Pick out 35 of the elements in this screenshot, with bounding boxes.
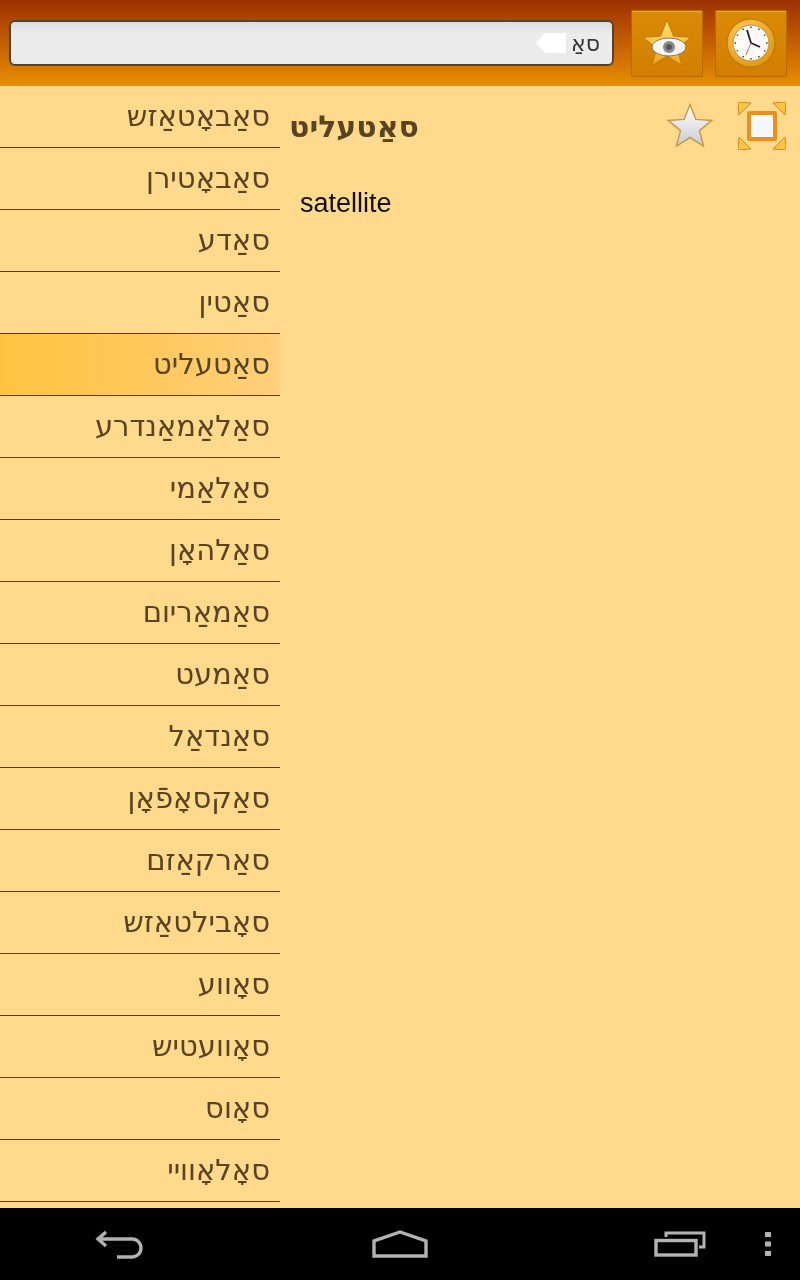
home-icon [372, 1230, 428, 1258]
menu-icon [765, 1232, 771, 1256]
expand-icon [738, 102, 786, 150]
word-list-item[interactable]: סאָווע [0, 954, 280, 1016]
entry-headword: סאַטעליט [289, 108, 419, 144]
word-list-item[interactable]: סאָוועטיש [0, 1016, 280, 1078]
favorites-button[interactable] [631, 9, 703, 77]
entry-translation: satellite [300, 188, 392, 219]
overflow-menu-button[interactable] [765, 1232, 771, 1256]
word-list-item[interactable]: סאַמעט [0, 644, 280, 706]
word-list-item[interactable]: סאָבילטאַזש [0, 892, 280, 954]
word-list-item[interactable]: סאַנדאַל [0, 706, 280, 768]
word-list-item[interactable]: סאַטעליט [0, 334, 280, 396]
back-button[interactable] [95, 1229, 145, 1259]
word-list-item[interactable]: סאַקסאָפֿאָן [0, 768, 280, 830]
word-list-item[interactable]: סאַדע [0, 210, 280, 272]
word-list-item[interactable]: סאַלאַמי [0, 458, 280, 520]
search-field[interactable]: סאַ [9, 20, 614, 66]
home-button[interactable] [372, 1230, 428, 1258]
word-list-item[interactable]: סאַמאַריום [0, 582, 280, 644]
word-list-item[interactable]: סאַבאָטאַזש [0, 86, 280, 148]
star-eye-icon [641, 18, 693, 68]
word-list-item[interactable]: סאַבאָטירן [0, 148, 280, 210]
word-list-item[interactable]: סאַלהאָן [0, 520, 280, 582]
word-list-item[interactable]: סאַלאַמאַנדרע [0, 396, 280, 458]
word-list-item[interactable]: סאָוס [0, 1078, 280, 1140]
word-list-item[interactable]: סאָלאָוויי [0, 1140, 280, 1202]
fullscreen-button[interactable] [738, 102, 786, 150]
recent-apps-button[interactable] [654, 1231, 706, 1257]
star-icon [666, 103, 714, 149]
word-list-item[interactable]: סאַרקאַזם [0, 830, 280, 892]
clock-icon [726, 18, 776, 68]
history-button[interactable] [715, 9, 787, 77]
back-icon [95, 1229, 145, 1259]
recent-apps-icon [654, 1231, 706, 1257]
